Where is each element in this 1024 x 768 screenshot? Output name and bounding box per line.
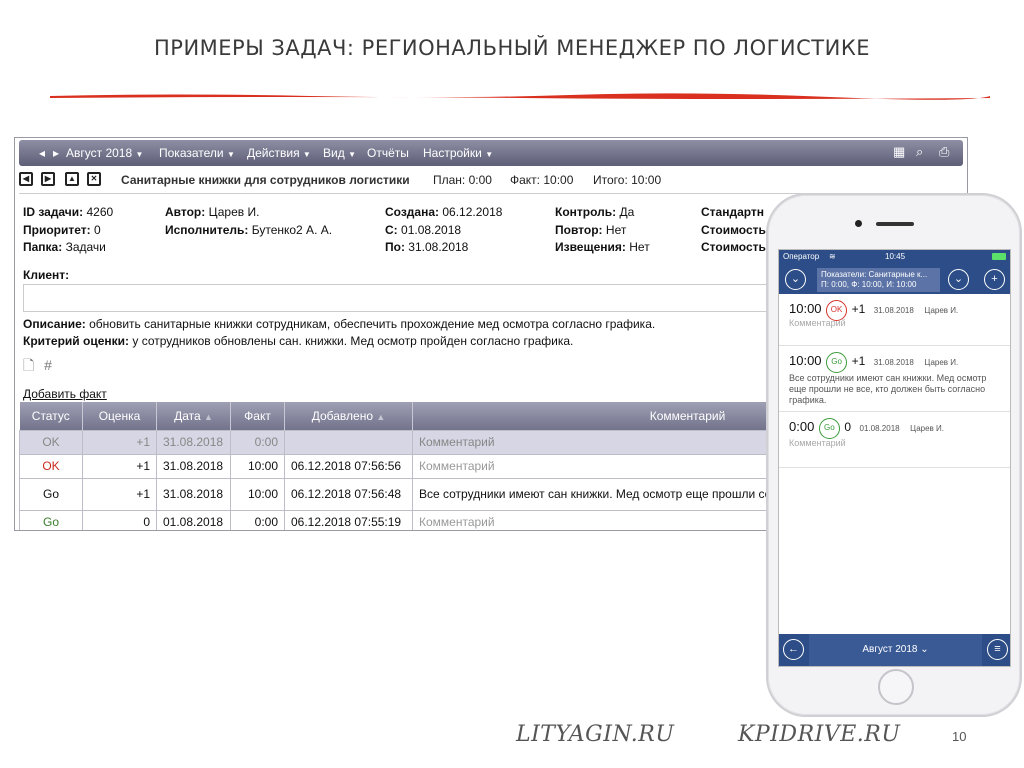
menu-bar: ◂ ▸ Август 2018 ▼ Показатели ▼ Действия … [19,140,963,166]
field-executor: Исполнитель: Бутенко2 А. А. [165,223,333,237]
menu-item-indicators[interactable]: Показатели ▼ [159,146,235,160]
sort-icon: ▲ [204,411,213,422]
cell-score: 0 [82,509,157,530]
field-from: С: 01.08.2018 [385,223,462,237]
col-fact[interactable]: Факт [230,402,285,430]
search-icon[interactable]: ⌕ [916,144,923,160]
criterion: Критерий оценки: у сотрудников обновлены… [23,334,574,348]
plan-value: План: 0:00 [433,173,492,187]
cell-status: Go [19,477,83,511]
field-control: Контроль: Да [555,205,635,219]
speaker-grill [876,222,914,226]
cell-fact: 0:00 [230,429,285,455]
menu-icon[interactable]: ≡ [987,639,1008,660]
attachments: 🗋 # [23,355,52,379]
cell-fact: 10:00 [230,453,285,479]
fact-value: Факт: 10:00 [510,173,574,187]
cell-score: +1 [82,477,157,511]
footer-site-right[interactable]: KPIDRIVE.RU [738,722,900,747]
menu-item-settings[interactable]: Настройки ▼ [423,146,493,160]
chevron-down-icon[interactable]: ⌄ [785,269,806,290]
menu-item-reports[interactable]: Отчёты [367,146,409,160]
menu-item-view[interactable]: Вид ▼ [323,146,356,160]
cell-status: OK [19,453,83,479]
list-item[interactable]: 10:00 OK +1 31.08.2018 Царев И. Коммента… [779,294,1010,346]
prev-month-arrow-icon[interactable]: ◂ [39,146,45,160]
cell-score: +1 [82,429,157,455]
client-field[interactable] [23,284,783,312]
hash-icon[interactable]: # [44,357,52,373]
next-record-icon[interactable]: ▶ [41,172,55,186]
field-to: По: 31.08.2018 [385,240,469,254]
home-button[interactable] [878,669,914,705]
field-cost-2: Стоимость [701,240,766,254]
carrier-label: Оператор [783,252,820,261]
camera-icon [855,220,862,227]
field-cost-1: Стоимость [701,223,766,237]
list-item[interactable]: 0:00 Go 0 01.08.2018 Царев И. Комментари… [779,412,1010,468]
col-score[interactable]: Оценка [82,402,157,430]
battery-icon [992,253,1006,260]
sort-icon: ▲ [376,411,386,422]
footer-site-left[interactable]: LITYAGIN.RU [516,722,674,747]
back-arrow-icon[interactable]: ← [783,639,804,660]
phone-mockup: Оператор ≋ 10:45 ⌄ Показатели: Санитарны… [766,193,1022,717]
cell-date: 31.08.2018 [156,453,231,479]
cell-score: +1 [82,453,157,479]
cell-added: 06.12.2018 07:56:56 [284,453,413,479]
total-value: Итого: 10:00 [593,173,662,187]
cell-added: 06.12.2018 07:55:19 [284,509,413,530]
chevron-down-icon[interactable]: ⌄ [948,269,969,290]
grid-icon[interactable]: ▦ [893,144,905,160]
cell-date: 31.08.2018 [156,477,231,511]
phone-header: ⌄ Показатели: Санитарные к... П: 0:00, Ф… [779,264,1010,294]
cell-fact: 0:00 [230,509,285,530]
close-record-icon[interactable]: ✕ [87,172,101,186]
footer-month-selector[interactable]: Август 2018 ⌄ [809,634,982,666]
cell-added [284,429,413,455]
status-badge: Go [818,418,840,439]
phone-screen: Оператор ≋ 10:45 ⌄ Показатели: Санитарны… [778,249,1011,667]
red-brush-divider [50,93,990,100]
list-item[interactable]: 10:00 Go +1 31.08.2018 Царев И. Все сотр… [779,346,1010,412]
cell-fact: 10:00 [230,477,285,511]
field-id: ID задачи: 4260 [23,205,114,219]
phone-footer: ← Август 2018 ⌄ ≡ [779,634,1010,666]
field-created: Создана: 06.12.2018 [385,205,503,219]
wifi-icon: ≋ [829,252,836,261]
cell-date: 31.08.2018 [156,429,231,455]
phone-header-title[interactable]: Показатели: Санитарные к... П: 0:00, Ф: … [817,268,940,292]
slide-title: ПРИМЕРЫ ЗАДАЧ: РЕГИОНАЛЬНЫЙ МЕНЕДЖЕР ПО … [154,36,870,60]
next-month-arrow-icon[interactable]: ▸ [53,146,59,160]
field-author: Автор: Царев И. [165,205,260,219]
print-icon[interactable]: ⎙ [939,144,949,160]
cell-added: 06.12.2018 07:56:48 [284,477,413,511]
task-title: Санитарные книжки для сотрудников логист… [121,173,410,187]
menu-item-actions[interactable]: Действия ▼ [247,146,311,160]
col-added[interactable]: Добавлено ▲ [284,402,413,430]
first-record-icon[interactable]: ◀ [19,172,33,186]
task-toolbar: ◀ ▶ ▲ ✕ Санитарные книжки для сотруднико… [19,171,963,191]
cell-status: OK [19,429,83,455]
field-priority: Приоритет: 0 [23,223,101,237]
cell-status: Go [19,509,83,530]
field-standard: Стандартн [701,205,765,219]
field-repeat: Повтор: Нет [555,223,627,237]
clock: 10:45 [885,252,906,261]
col-date[interactable]: Дата ▲ [156,402,231,430]
field-notify: Извещения: Нет [555,240,650,254]
up-record-icon[interactable]: ▲ [65,172,79,186]
status-badge: Go [826,352,848,373]
file-icon[interactable]: 🗋 [23,357,34,373]
description: Описание: обновить санитарные книжки сот… [23,317,656,331]
status-bar: Оператор ≋ 10:45 [779,250,1010,264]
field-folder: Папка: Задачи [23,240,106,254]
plus-icon[interactable]: + [984,269,1005,290]
page-number: 10 [952,729,967,744]
client-label: Клиент: [23,268,70,282]
add-fact-link[interactable]: Добавить факт [23,387,107,401]
col-status[interactable]: Статус [19,402,83,430]
cell-date: 01.08.2018 [156,509,231,530]
month-selector[interactable]: Август 2018 ▼ [66,146,143,160]
